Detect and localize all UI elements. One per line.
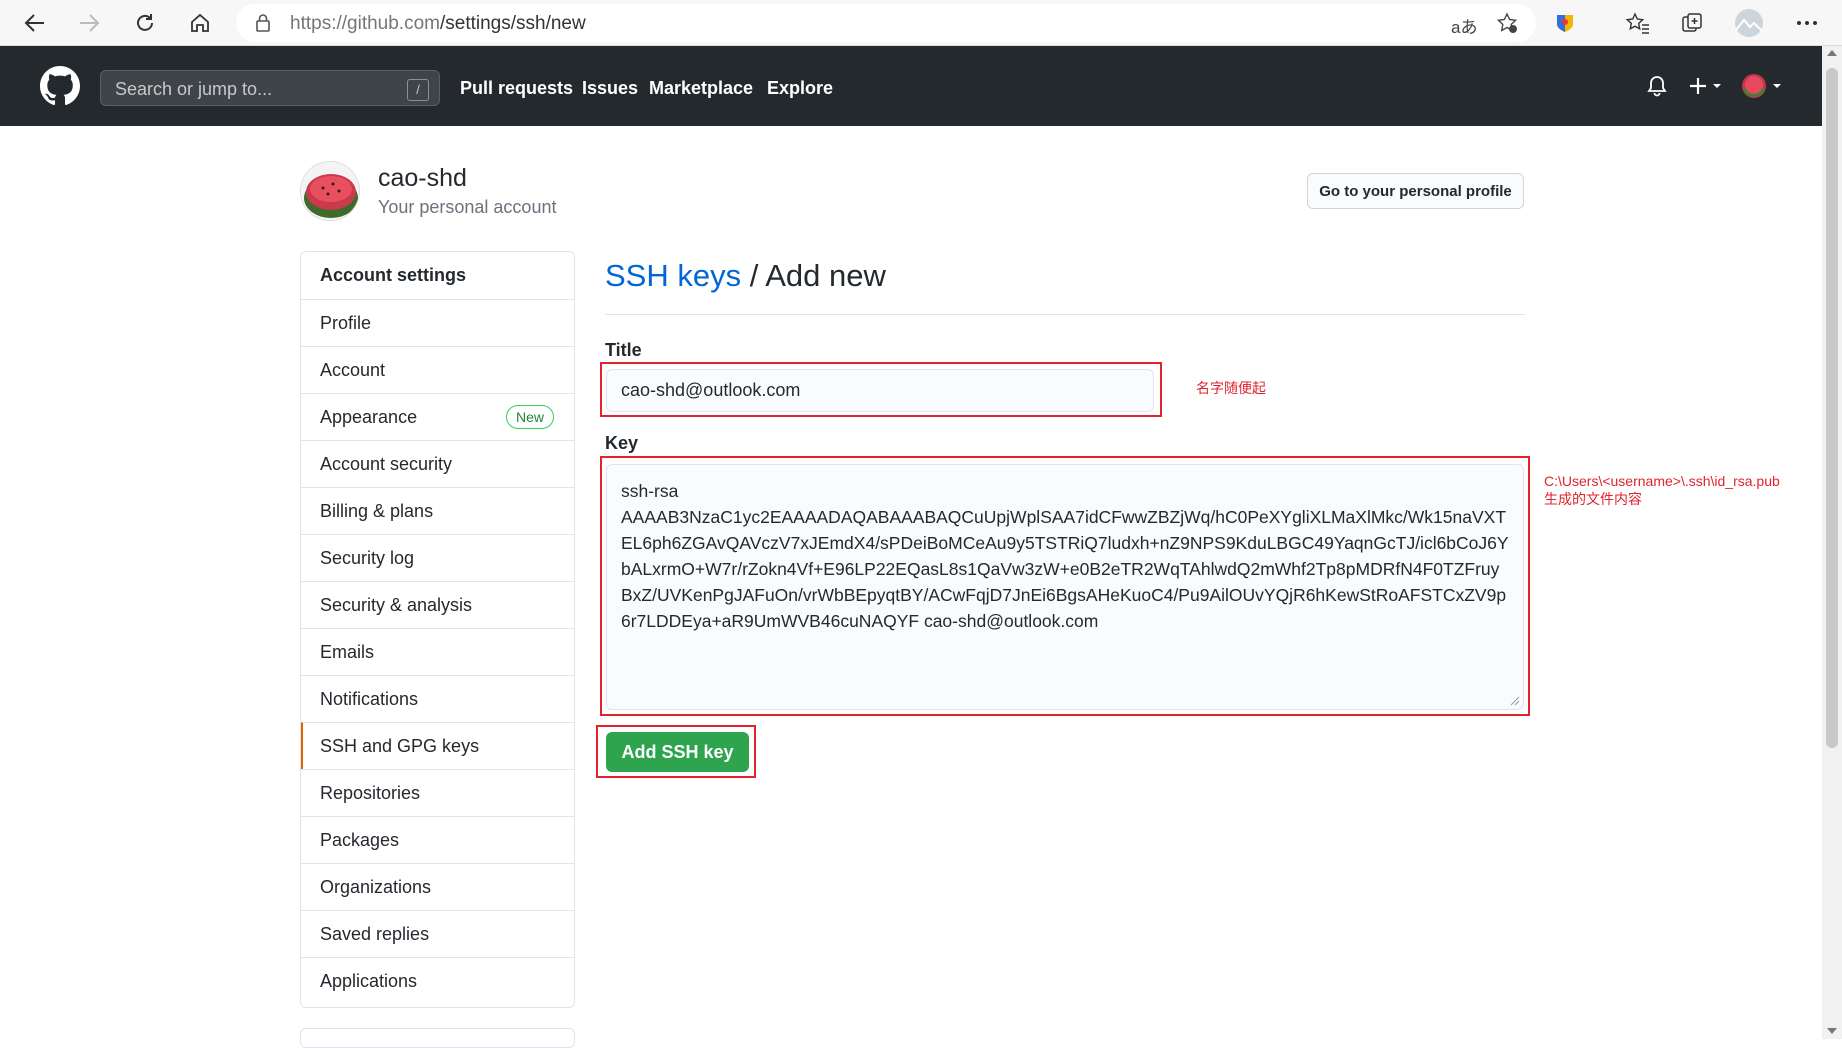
url-path: /settings/ssh/new — [439, 13, 586, 34]
avatar[interactable] — [300, 161, 360, 221]
sidebar-item-organizations[interactable]: Organizations — [301, 863, 574, 910]
sidebar-item-label: Organizations — [320, 876, 432, 897]
address-bar[interactable]: https://github.com/settings/ssh/new aあ — [236, 4, 1536, 42]
bell-icon[interactable] — [1647, 75, 1667, 102]
collections-icon[interactable] — [1677, 8, 1707, 38]
favorite-add-icon[interactable] — [1496, 12, 1518, 39]
sidebar-item-appearance[interactable]: Appearance New — [301, 393, 574, 440]
new-badge: New — [505, 405, 554, 429]
username[interactable]: cao-shd — [378, 164, 467, 193]
sidebar-item-label: Applications — [320, 970, 418, 991]
sidebar-item-label: Emails — [320, 641, 375, 662]
browser-profile-icon[interactable] — [1734, 8, 1764, 38]
search-placeholder: Search or jump to... — [115, 79, 273, 99]
sidebar-item-billing[interactable]: Billing & plans — [301, 487, 574, 534]
sidebar-item-label: Account settings — [320, 265, 467, 285]
annotation-key-path: C:\Users\<username>\.ssh\id_rsa.pub — [1544, 473, 1780, 489]
lock-icon[interactable] — [254, 13, 272, 38]
scroll-thumb[interactable] — [1826, 68, 1838, 748]
url-text: https://github.com/settings/ssh/new — [290, 13, 586, 35]
sidebar-item-label: Profile — [320, 312, 372, 333]
back-arrow-icon[interactable] — [20, 8, 50, 38]
annotation-box-title — [600, 362, 1162, 417]
scroll-down-icon[interactable] — [1827, 1028, 1837, 1034]
search-shortcut-key: / — [407, 79, 429, 101]
search-input[interactable]: Search or jump to... / — [100, 70, 440, 106]
nav-marketplace[interactable]: Marketplace — [649, 78, 753, 99]
scrollbar[interactable] — [1822, 46, 1842, 1039]
sidebar-item-label: SSH and GPG keys — [320, 735, 480, 756]
more-icon[interactable] — [1792, 8, 1822, 38]
sidebar-item-account-security[interactable]: Account security — [301, 440, 574, 487]
sidebar-item-label: Notifications — [320, 688, 419, 709]
divider — [605, 314, 1525, 315]
sidebar-item-label: Appearance — [320, 406, 418, 427]
sidebar-item-applications[interactable]: Applications — [301, 957, 574, 1004]
nav-issues[interactable]: Issues — [582, 78, 638, 99]
sidebar-item-emails[interactable]: Emails — [301, 628, 574, 675]
title-label: Title — [605, 340, 642, 360]
sidebar-item-account[interactable]: Account — [301, 346, 574, 393]
sidebar-heading-account-settings: Account settings — [301, 252, 574, 299]
page-title: SSH keys / Add new — [605, 258, 886, 294]
sidebar-item-label: Account security — [320, 453, 453, 474]
page-title-rest: / Add new — [749, 258, 886, 293]
sidebar-item-security-log[interactable]: Security log — [301, 534, 574, 581]
extension-icon[interactable] — [1550, 8, 1580, 38]
plus-icon[interactable] — [1689, 77, 1725, 100]
github-logo-icon[interactable] — [40, 66, 80, 111]
settings-sidebar: Account settings Profile Account Appeara… — [300, 251, 575, 1008]
secondary-sidebar — [300, 1028, 575, 1048]
nav-pull-requests[interactable]: Pull requests — [460, 78, 573, 99]
favorites-icon[interactable] — [1623, 8, 1653, 38]
sidebar-item-label: Saved replies — [320, 923, 430, 944]
sidebar-item-notifications[interactable]: Notifications — [301, 675, 574, 722]
sidebar-item-label: Packages — [320, 829, 400, 850]
annotation-title-note: 名字随便起 — [1196, 380, 1266, 396]
url-host: https://github.com — [290, 13, 440, 34]
ssh-keys-link[interactable]: SSH keys — [605, 258, 741, 293]
sidebar-item-profile[interactable]: Profile — [301, 299, 574, 346]
scroll-up-icon[interactable] — [1827, 50, 1837, 56]
home-icon[interactable] — [185, 8, 215, 38]
annotation-key-note: 生成的文件内容 — [1544, 491, 1642, 507]
key-label: Key — [605, 433, 639, 453]
github-header: Search or jump to... / Pull requests Iss… — [0, 46, 1822, 126]
go-to-profile-button[interactable]: Go to your personal profile — [1307, 173, 1524, 209]
sidebar-item-repositories[interactable]: Repositories — [301, 769, 574, 816]
sidebar-item-label: Account — [320, 359, 386, 380]
sidebar-item-label: Security & analysis — [320, 594, 473, 615]
sidebar-item-label: Security log — [320, 547, 415, 568]
sidebar-item-ssh-gpg-keys[interactable]: SSH and GPG keys — [301, 722, 574, 769]
annotation-box-key — [600, 456, 1530, 716]
user-avatar-icon[interactable] — [1741, 73, 1785, 104]
refresh-icon[interactable] — [130, 8, 160, 38]
translate-icon[interactable]: aあ — [1451, 13, 1477, 38]
sidebar-item-label: Billing & plans — [320, 500, 434, 521]
annotation-box-button — [596, 725, 756, 778]
account-subtitle: Your personal account — [378, 197, 557, 217]
sidebar-item-saved-replies[interactable]: Saved replies — [301, 910, 574, 957]
sidebar-item-security-analysis[interactable]: Security & analysis — [301, 581, 574, 628]
nav-explore[interactable]: Explore — [767, 78, 833, 99]
forward-arrow-icon[interactable] — [74, 8, 104, 38]
sidebar-item-label: Repositories — [320, 782, 421, 803]
sidebar-item-packages[interactable]: Packages — [301, 816, 574, 863]
browser-toolbar: https://github.com/settings/ssh/new aあ — [0, 0, 1842, 46]
